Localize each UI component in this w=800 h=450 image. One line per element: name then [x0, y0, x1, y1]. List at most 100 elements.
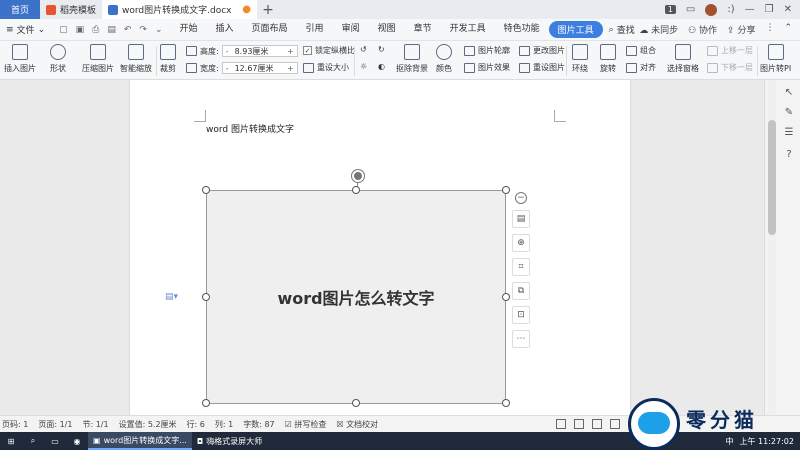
avatar[interactable]	[705, 3, 718, 16]
resize-handle-top-left[interactable]	[202, 186, 210, 194]
reset-size-button[interactable]: 重设大小	[303, 62, 349, 73]
notification-badge[interactable]: 1	[664, 5, 676, 14]
taskbar-app-wps[interactable]: ▣ word图片转换成文字...	[88, 432, 192, 450]
section-info[interactable]: 节: 1/1	[82, 419, 108, 430]
taskbar-app-recorder[interactable]: ◘ 嗨格式录屏大师	[192, 432, 267, 450]
chrome-icon[interactable]: ◉	[66, 432, 88, 450]
reset-image-button[interactable]: 重设图片	[519, 62, 565, 73]
collapse-toolbar-icon[interactable]: −	[515, 192, 527, 204]
height-increment[interactable]: +	[284, 47, 297, 56]
height-decrement[interactable]: -	[223, 47, 232, 56]
sync-status[interactable]: ☁ 未同步	[639, 23, 678, 36]
width-input[interactable]: - 12.67厘米 +	[221, 62, 298, 74]
task-view-icon[interactable]: ▭	[44, 432, 66, 450]
change-image-button[interactable]: 更改图片	[519, 45, 565, 56]
redo-icon[interactable]: ↷	[139, 25, 147, 35]
bring-forward-button[interactable]: 上移一层	[707, 45, 753, 56]
tab-home[interactable]: 首页	[0, 0, 40, 19]
new-tab-button[interactable]: +	[257, 0, 279, 19]
page-view-icon[interactable]	[574, 419, 584, 429]
smart-scale-button[interactable]: 智能缩放	[120, 44, 152, 74]
wrap-button[interactable]: 环绕	[572, 44, 588, 74]
unsaved-dot-icon[interactable]: ●	[242, 4, 251, 15]
image-convert-button[interactable]: 图片转PI	[760, 44, 791, 74]
read-view-icon[interactable]	[556, 419, 566, 429]
edit-icon[interactable]: ✎	[783, 106, 795, 118]
tab-start[interactable]: 开始	[171, 21, 207, 38]
resize-handle-bottom-right[interactable]	[502, 399, 510, 407]
rotate-button[interactable]: 旋转	[600, 44, 616, 74]
tab-document[interactable]: word图片转换成文字.docx ●	[102, 0, 258, 19]
collab-button[interactable]: ⚇ 协作	[688, 23, 717, 36]
resize-handle-right[interactable]	[502, 293, 510, 301]
print-icon[interactable]: ⎙	[92, 25, 99, 35]
contrast-button[interactable]: ◐	[378, 62, 385, 71]
zoom-image-icon[interactable]: ⊕	[512, 234, 530, 252]
more-icon[interactable]: ⋮	[765, 23, 774, 36]
resize-handle-left[interactable]	[202, 293, 210, 301]
open-icon[interactable]: ▢	[59, 25, 68, 35]
selection-pane-button[interactable]: 选择窗格	[667, 44, 699, 74]
send-backward-button[interactable]: 下移一层	[707, 62, 753, 73]
lock-ratio-checkbox[interactable]: ✓ 锁定纵横比	[303, 45, 355, 56]
group-button[interactable]: 组合	[626, 45, 656, 56]
remove-background-button[interactable]: 抠除背景	[396, 44, 428, 74]
cursor-icon[interactable]: ↖	[783, 86, 795, 98]
page-count[interactable]: 页面: 1/1	[38, 419, 72, 430]
share-button[interactable]: ⇪ 分享	[727, 23, 755, 36]
insert-image-button[interactable]: 插入图片	[4, 44, 36, 74]
outline-button[interactable]: 图片轮廓	[464, 45, 510, 56]
vertical-scrollbar[interactable]	[768, 80, 776, 415]
word-count[interactable]: 字数: 87	[243, 419, 274, 430]
layout-icon[interactable]: ▭	[686, 4, 695, 15]
page-number[interactable]: 页码: 1	[2, 419, 28, 430]
save-icon[interactable]: ▣	[76, 25, 85, 35]
color-button[interactable]: 颜色	[436, 44, 452, 74]
width-decrement[interactable]: -	[223, 64, 232, 73]
preview-icon[interactable]: ▤	[107, 25, 116, 35]
outline-view-icon[interactable]	[610, 419, 620, 429]
resize-handle-top-right[interactable]	[502, 186, 510, 194]
layout-options-icon[interactable]: ▤	[512, 210, 530, 228]
minimize-icon[interactable]: —	[745, 4, 755, 15]
rotate-left-button[interactable]: ↺	[360, 45, 367, 54]
image-convert-icon[interactable]: ⊡	[512, 306, 530, 324]
body-text[interactable]: word 图片转换成文字	[206, 122, 294, 135]
tab-references[interactable]: 引用	[297, 21, 333, 38]
rotate-handle[interactable]	[352, 170, 364, 182]
width-increment[interactable]: +	[284, 64, 297, 73]
collapse-ribbon-icon[interactable]: ⌃	[784, 23, 792, 36]
tab-features[interactable]: 特色功能	[495, 21, 549, 38]
setting-value[interactable]: 设置值: 5.2厘米	[119, 419, 177, 430]
tab-section[interactable]: 章节	[405, 21, 441, 38]
image-to-text-icon[interactable]: ⧉	[512, 282, 530, 300]
web-view-icon[interactable]	[592, 419, 602, 429]
tab-view[interactable]: 视图	[369, 21, 405, 38]
shape-button[interactable]: 形状	[50, 44, 66, 74]
crop-image-icon[interactable]: ⌗	[512, 258, 530, 276]
resize-handle-bottom-left[interactable]	[202, 399, 210, 407]
tab-review[interactable]: 审阅	[333, 21, 369, 38]
search-icon[interactable]: ⌕	[22, 432, 44, 450]
brightness-button[interactable]: ☼	[360, 62, 367, 71]
tab-picture-tools[interactable]: 图片工具	[548, 21, 603, 38]
proofread-button[interactable]: ☒ 文档校对	[336, 419, 378, 430]
close-icon[interactable]: ✕	[784, 4, 792, 15]
rotate-right-button[interactable]: ↻	[378, 45, 385, 54]
customize-icon[interactable]: ⌄	[155, 25, 163, 35]
paragraph-layout-icon[interactable]: ▤▾	[165, 292, 178, 302]
crop-button[interactable]: 裁剪	[160, 44, 176, 74]
help-icon[interactable]: ?	[783, 148, 795, 160]
file-menu[interactable]: ≡ 文件 ⌄	[0, 23, 51, 37]
document-area[interactable]: word 图片转换成文字 word图片怎么转文字 − ▤ ⊕ ⌗ ⧉ ⊡ ⋯ ▤…	[0, 80, 764, 415]
undo-icon[interactable]: ↶	[124, 25, 132, 35]
restore-icon[interactable]: ❐	[765, 4, 774, 15]
scrollbar-thumb[interactable]	[768, 120, 776, 235]
tab-template[interactable]: 稻壳模板	[40, 0, 102, 19]
selected-image[interactable]: word图片怎么转文字	[206, 190, 506, 404]
settings-icon[interactable]: ☰	[783, 126, 795, 138]
search-button[interactable]: ⌕ 查找	[609, 23, 635, 37]
tab-insert[interactable]: 插入	[207, 21, 243, 38]
document-page[interactable]: word 图片转换成文字 word图片怎么转文字 − ▤ ⊕ ⌗ ⧉ ⊡ ⋯	[130, 80, 630, 415]
height-input[interactable]: - 8.93厘米 +	[221, 45, 298, 57]
